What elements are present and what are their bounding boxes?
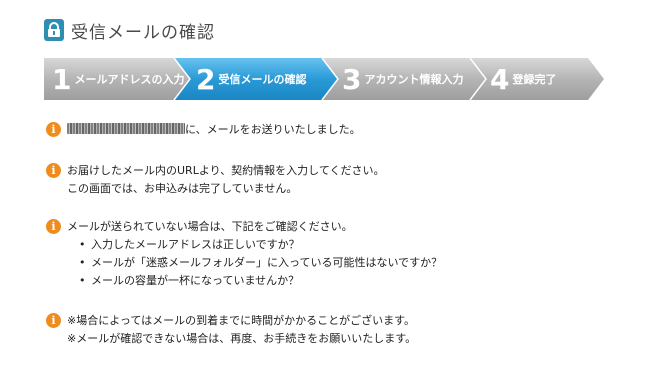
info-icon: i: [46, 313, 61, 328]
step-4: 4 登録完了: [490, 62, 557, 96]
sent-message: i に、メールをお送りいたしました。: [46, 121, 361, 139]
page-title: 受信メールの確認: [71, 22, 215, 43]
step-3: 3 アカウント情報入力: [342, 62, 464, 96]
progress-steps: 1 メールアドレスの入力 2 受信メールの確認 3 アカウント情報入力 4 登録完了: [44, 58, 604, 100]
not-received-message: i メールが送られていない場合は、下記をご確認ください。 入力したメールアドレス…: [46, 218, 442, 290]
list-item: メールが「迷惑メールフォルダー」に入っている可能性はないですか？: [79, 254, 442, 272]
checklist: 入力したメールアドレスは正しいですか？ メールが「迷惑メールフォルダー」に入って…: [67, 236, 442, 290]
list-item: 入力したメールアドレスは正しいですか？: [79, 236, 442, 254]
step-2: 2 受信メールの確認: [196, 62, 307, 96]
info-icon: i: [46, 163, 61, 178]
lock-icon: [44, 19, 64, 41]
list-item: メールの容量が一杯になっていませんか？: [79, 272, 442, 290]
step-1: 1 メールアドレスの入力: [52, 62, 185, 96]
masked-email: [67, 123, 185, 134]
info-icon: i: [46, 219, 61, 234]
info-icon: i: [46, 122, 61, 137]
page-header: 受信メールの確認: [44, 18, 215, 43]
instruction-message: i お届けしたメール内のURLより、契約情報を入力してください。 この画面では、…: [46, 162, 385, 198]
notes-message: i ※場合によってはメールの到着までに時間がかかることがございます。 ※メールが…: [46, 312, 416, 348]
